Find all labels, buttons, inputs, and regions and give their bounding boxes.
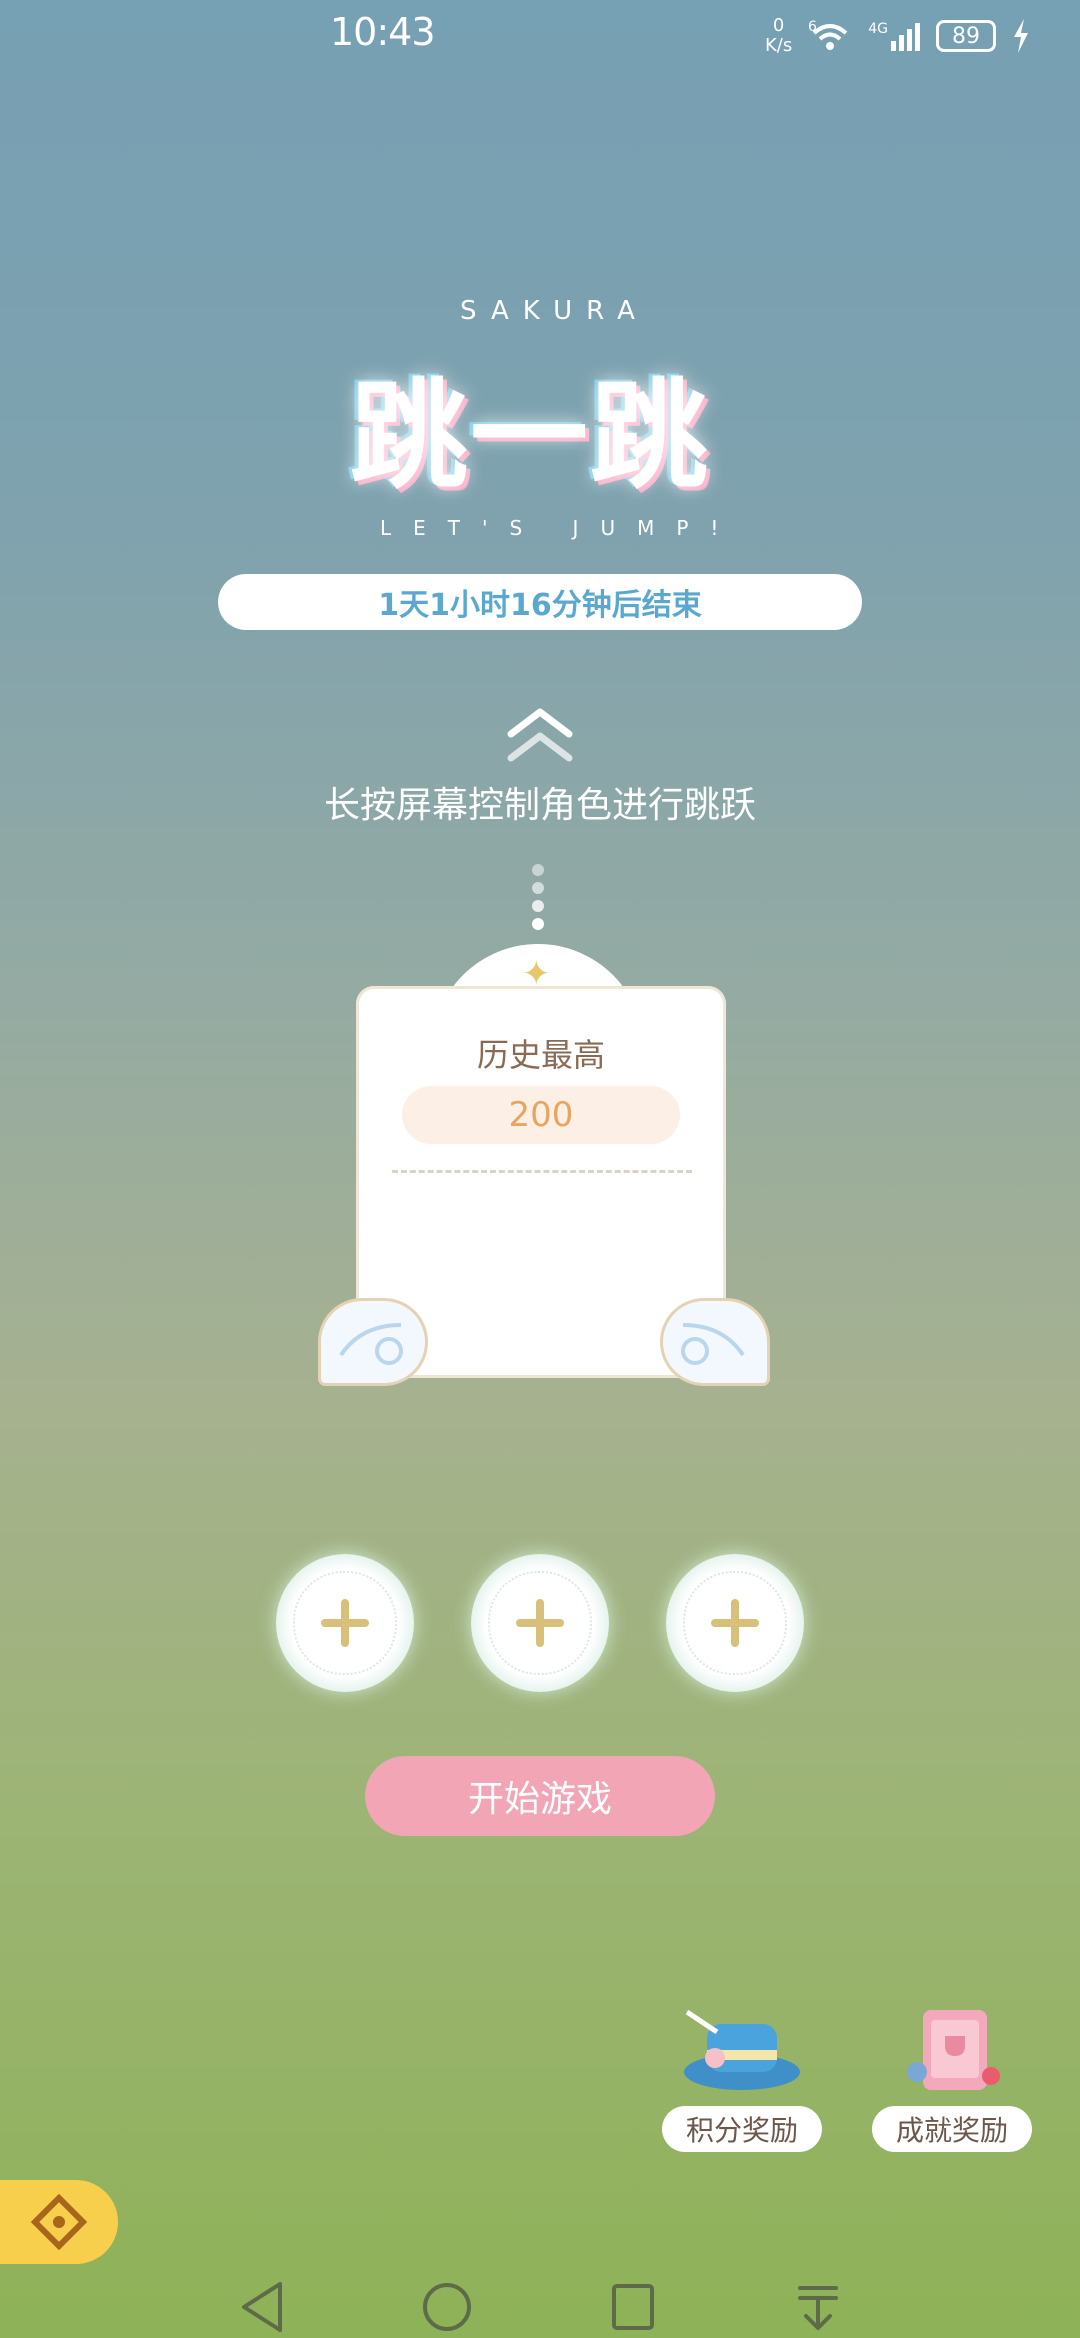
nav-recents-icon[interactable] bbox=[608, 2280, 658, 2334]
wifi-icon: 6 bbox=[808, 19, 848, 50]
nav-back-icon[interactable] bbox=[238, 2280, 288, 2334]
double-chevron-up-icon bbox=[507, 708, 573, 762]
net-speed: 0 K/s bbox=[765, 16, 792, 56]
book-icon bbox=[907, 2010, 1000, 2090]
left-wing-icon bbox=[318, 1298, 428, 1386]
right-wing-icon bbox=[660, 1298, 770, 1386]
hat-icon bbox=[684, 2009, 800, 2090]
add-item-slot-1[interactable] bbox=[276, 1554, 414, 1692]
diamond-arrow-icon bbox=[31, 2194, 87, 2250]
status-icons: 0 K/s 6 4G 89 bbox=[765, 14, 1030, 58]
points-reward-button[interactable]: 积分奖励 bbox=[662, 2002, 822, 2152]
plus-icon bbox=[711, 1599, 759, 1647]
achievement-reward-button[interactable]: 成就奖励 bbox=[872, 2002, 1032, 2152]
jump-hint: 长按屏幕控制角色进行跳跃 bbox=[323, 785, 756, 826]
floating-assistant-button[interactable] bbox=[0, 2180, 118, 2264]
plus-icon bbox=[516, 1599, 564, 1647]
start-game-button[interactable]: 开始游戏 bbox=[365, 1756, 715, 1836]
status-time: 10:43 bbox=[330, 10, 436, 54]
logo-subtitle: LET'S JUMP! bbox=[380, 516, 741, 540]
network-type: 4G bbox=[868, 21, 888, 37]
add-item-slot-2[interactable] bbox=[471, 1554, 609, 1692]
game-logo: SAKURA 跳一跳 LET'S JUMP! bbox=[290, 280, 810, 540]
add-item-slot-3[interactable] bbox=[666, 1554, 804, 1692]
battery-icon: 89 bbox=[936, 20, 996, 52]
achievement-reward-label: 成就奖励 bbox=[872, 2106, 1032, 2152]
points-reward-label: 积分奖励 bbox=[662, 2106, 822, 2152]
logo-title: 跳一跳 bbox=[350, 367, 711, 505]
nav-notification-icon[interactable] bbox=[794, 2280, 842, 2334]
net-speed-value: 0 bbox=[772, 15, 785, 36]
charging-icon bbox=[1014, 19, 1028, 53]
cell-signal-icon: 4G bbox=[868, 21, 920, 51]
high-score-label: 历史最高 bbox=[476, 1036, 605, 1074]
sparkle-icon: ✦ bbox=[522, 954, 551, 994]
nav-home-icon[interactable] bbox=[420, 2280, 474, 2334]
net-speed-unit: K/s bbox=[764, 35, 793, 56]
logo-top-text: SAKURA bbox=[460, 296, 649, 326]
countdown-banner: 1天1小时16分钟后结束 bbox=[218, 574, 862, 630]
card-divider bbox=[392, 1170, 692, 1173]
high-score-value: 200 bbox=[402, 1086, 680, 1144]
plus-icon bbox=[321, 1599, 369, 1647]
